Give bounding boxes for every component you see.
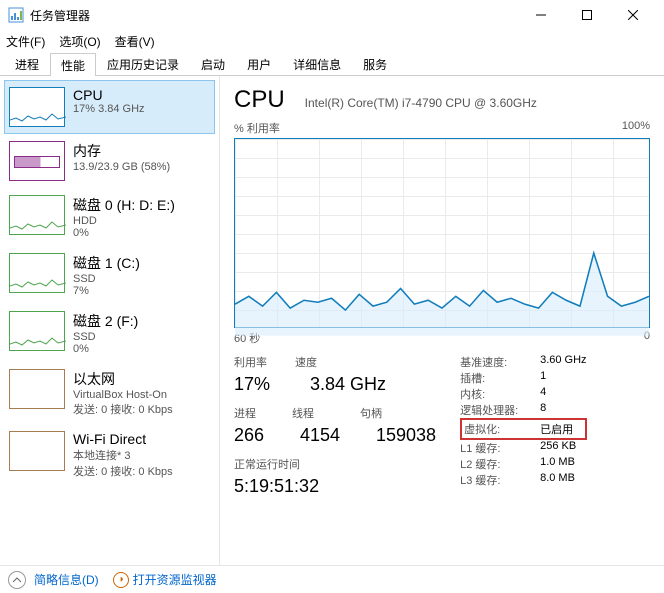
minimize-button[interactable]: [518, 0, 564, 30]
handle-value: 159038: [376, 425, 436, 446]
util-value: 17%: [234, 374, 292, 395]
virt-label: 虚拟化:: [464, 421, 530, 437]
thumb-eth: [9, 369, 65, 409]
sidebar-title: 内存: [73, 141, 170, 161]
thumb-cpu: [9, 87, 65, 127]
base-speed-label: 基准速度:: [460, 354, 530, 370]
speed-label: 速度: [295, 354, 317, 370]
sidebar-item-disk-2[interactable]: 磁盘 0 (H: D: E:)HDD0%: [4, 188, 215, 246]
sidebar-sub: 13.9/23.9 GB (58%): [73, 161, 170, 173]
footer: 简略信息(D) ◑ 打开资源监视器: [0, 565, 664, 593]
sidebar: CPU17% 3.84 GHz内存13.9/23.9 GB (58%)磁盘 0 …: [0, 76, 220, 565]
l1-label: L1 缓存:: [460, 440, 530, 456]
menubar: 文件(F) 选项(O) 查看(V): [0, 30, 664, 52]
sidebar-sub: HDD: [73, 215, 175, 227]
tab-performance[interactable]: 性能: [50, 53, 96, 76]
tab-app-history[interactable]: 应用历史记录: [96, 52, 190, 75]
cpu-details: 基准速度:3.60 GHz 插槽:1 内核:4 逻辑处理器:8 虚拟化:已启用 …: [460, 354, 586, 497]
main-panel: CPU Intel(R) Core(TM) i7-4790 CPU @ 3.60…: [220, 76, 664, 565]
sockets-value: 1: [540, 370, 546, 386]
l2-value: 1.0 MB: [540, 456, 575, 472]
maximize-button[interactable]: [564, 0, 610, 30]
l3-label: L3 缓存:: [460, 472, 530, 488]
l3-value: 8.0 MB: [540, 472, 575, 488]
cores-label: 内核:: [460, 386, 530, 402]
thumb-disk: [9, 195, 65, 235]
thumb-disk: [9, 311, 65, 351]
resource-monitor-icon: ◑: [113, 572, 129, 588]
sockets-label: 插槽:: [460, 370, 530, 386]
thumb-disk: [9, 253, 65, 293]
tabs: 进程 性能 应用历史记录 启动 用户 详细信息 服务: [0, 52, 664, 76]
sidebar-title: Wi-Fi Direct: [73, 431, 173, 447]
cores-value: 4: [540, 386, 546, 402]
thumb-mem: [9, 141, 65, 181]
sidebar-item-cpu-0[interactable]: CPU17% 3.84 GHz: [4, 80, 215, 134]
sidebar-sub2: 7%: [73, 285, 140, 297]
tab-processes[interactable]: 进程: [4, 52, 50, 75]
uptime-value: 5:19:51:32: [234, 476, 436, 497]
sidebar-title: CPU: [73, 87, 145, 103]
sidebar-sub2: 0%: [73, 227, 175, 239]
sidebar-item-wifi-6[interactable]: Wi-Fi Direct本地连接* 3发送: 0 接收: 0 Kbps: [4, 424, 215, 486]
app-icon: [8, 7, 24, 23]
lp-value: 8: [540, 402, 546, 418]
sidebar-sub: VirtualBox Host-On: [73, 389, 173, 401]
sidebar-item-mem-1[interactable]: 内存13.9/23.9 GB (58%): [4, 134, 215, 188]
tab-services[interactable]: 服务: [352, 52, 398, 75]
sidebar-item-disk-3[interactable]: 磁盘 1 (C:)SSD7%: [4, 246, 215, 304]
sidebar-title: 磁盘 2 (F:): [73, 311, 138, 331]
uptime-label: 正常运行时间: [234, 456, 436, 472]
close-button[interactable]: [610, 0, 656, 30]
fewer-details-link[interactable]: 简略信息(D): [34, 571, 99, 588]
sidebar-sub2: 发送: 0 接收: 0 Kbps: [73, 463, 173, 479]
sidebar-sub: SSD: [73, 273, 140, 285]
thread-label: 线程: [292, 405, 332, 421]
sidebar-sub2: 发送: 0 接收: 0 Kbps: [73, 401, 173, 417]
cpu-heading: CPU: [234, 86, 285, 114]
virt-value: 已启用: [540, 421, 573, 437]
menu-options[interactable]: 选项(O): [59, 33, 100, 50]
sidebar-title: 以太网: [73, 369, 173, 389]
menu-view[interactable]: 查看(V): [115, 33, 155, 50]
sidebar-item-disk-4[interactable]: 磁盘 2 (F:)SSD0%: [4, 304, 215, 362]
tab-details[interactable]: 详细信息: [282, 52, 352, 75]
util-label: 利用率: [234, 354, 267, 370]
resource-monitor-link[interactable]: 打开资源监视器: [133, 571, 217, 588]
l2-label: L2 缓存:: [460, 456, 530, 472]
chart-ylabel: % 利用率: [234, 120, 280, 136]
sidebar-item-eth-5[interactable]: 以太网VirtualBox Host-On发送: 0 接收: 0 Kbps: [4, 362, 215, 424]
menu-file[interactable]: 文件(F): [6, 33, 45, 50]
proc-value: 266: [234, 425, 282, 446]
collapse-icon[interactable]: [8, 571, 26, 589]
l1-value: 256 KB: [540, 440, 576, 456]
handle-label: 句柄: [360, 405, 382, 421]
chart-ymax: 100%: [622, 120, 650, 136]
cpu-model: Intel(R) Core(TM) i7-4790 CPU @ 3.60GHz: [305, 96, 537, 110]
lp-label: 逻辑处理器:: [460, 402, 530, 418]
thread-value: 4154: [300, 425, 358, 446]
cpu-chart: [234, 138, 650, 328]
speed-value: 3.84 GHz: [310, 374, 386, 395]
sidebar-sub: 17% 3.84 GHz: [73, 103, 145, 115]
base-speed-value: 3.60 GHz: [540, 354, 586, 370]
thumb-wifi: [9, 431, 65, 471]
tab-startup[interactable]: 启动: [190, 52, 236, 75]
sidebar-title: 磁盘 1 (C:): [73, 253, 140, 273]
tab-users[interactable]: 用户: [236, 52, 282, 75]
titlebar: 任务管理器: [0, 0, 664, 30]
virtualization-row: 虚拟化: 已启用: [460, 418, 586, 440]
sidebar-title: 磁盘 0 (H: D: E:): [73, 195, 175, 215]
sidebar-sub: 本地连接* 3: [73, 447, 173, 463]
sidebar-sub2: 0%: [73, 343, 138, 355]
proc-label: 进程: [234, 405, 264, 421]
window-title: 任务管理器: [30, 7, 518, 24]
sidebar-sub: SSD: [73, 331, 138, 343]
